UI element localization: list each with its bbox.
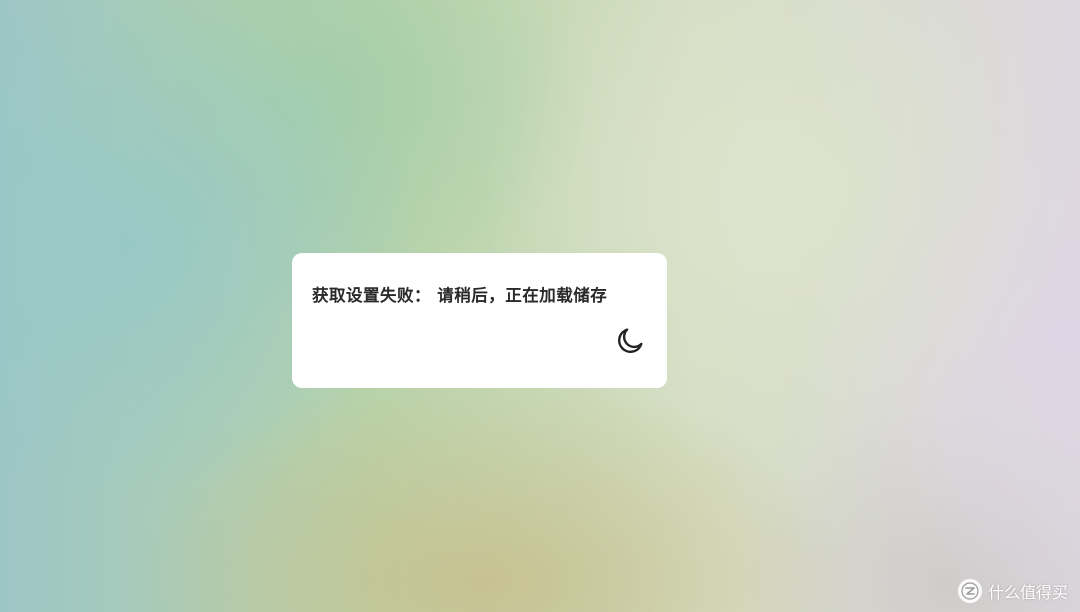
settings-error-toast: 获取设置失败： 请稍后，正在加载储存 — [292, 253, 667, 388]
zhi-logo-icon — [957, 579, 982, 603]
dark-mode-toggle-button[interactable] — [613, 324, 647, 358]
watermark: 什么值得买 — [957, 579, 1068, 603]
watermark-text: 什么值得买 — [987, 583, 1068, 602]
moon-icon — [618, 328, 643, 353]
desktop-background: { "toast": { "message": "获取设置失败： 请稍后，正在加… — [0, 0, 1080, 612]
toast-message: 获取设置失败： 请稍后，正在加载储存 — [312, 286, 608, 305]
